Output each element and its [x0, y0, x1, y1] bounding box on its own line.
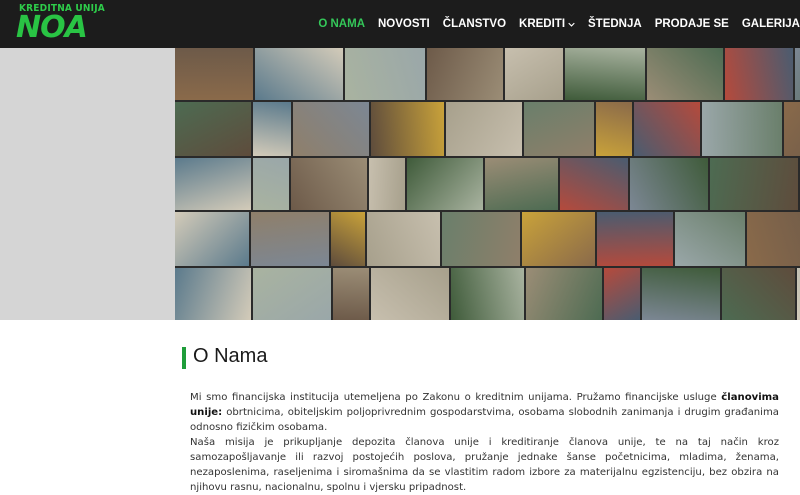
collage-photo: [647, 48, 723, 100]
collage-photo: [702, 102, 782, 156]
collage-photo: [784, 102, 800, 156]
nav-item-label: ŠTEDNJA: [588, 18, 642, 30]
collage-photo: [407, 158, 483, 210]
collage-photo: [253, 268, 331, 320]
title-accent-bar: [182, 347, 186, 369]
collage-photo: [642, 268, 720, 320]
collage-photo: [333, 268, 369, 320]
collage-photo: [630, 158, 708, 210]
intro-paragraph: Mi smo financijska institucija utemeljen…: [190, 390, 779, 435]
collage-photo: [747, 212, 800, 266]
nav-item-4[interactable]: ŠTEDNJA: [588, 18, 642, 30]
intro-text-pre: Mi smo financijska institucija utemeljen…: [190, 392, 722, 403]
collage-photo: [175, 48, 253, 100]
collage-photo: [442, 212, 520, 266]
nav-item-1[interactable]: NOVOSTI: [378, 18, 430, 30]
collage-photo: [291, 158, 367, 210]
collage-photo: [522, 212, 595, 266]
collage-photo: [446, 102, 522, 156]
collage-photo: [427, 48, 503, 100]
brand-logo[interactable]: KREDITNA UNIJA NOA: [16, 3, 105, 45]
collage-photo: [596, 102, 632, 156]
collage-photo: [526, 268, 602, 320]
hero-side-panel: [0, 48, 175, 320]
collage-photo: [371, 102, 444, 156]
collage-photo: [293, 102, 369, 156]
collage-photo: [367, 212, 440, 266]
collage-photo: [369, 158, 405, 210]
collage-photo: [485, 158, 558, 210]
collage-photo: [675, 212, 745, 266]
collage-photo: [255, 48, 343, 100]
collage-photo: [505, 48, 563, 100]
nav-item-6[interactable]: GALERIJA: [742, 18, 800, 30]
collage-photo: [710, 158, 798, 210]
nav-item-label: PRODAJE SE: [654, 18, 729, 30]
collage-photo: [604, 268, 640, 320]
collage-photo: [345, 48, 425, 100]
nav-item-label: KREDITI: [519, 18, 566, 30]
nav-item-label: NOVOSTI: [378, 18, 430, 30]
mission-paragraph: Naša misija je prikupljanje depozita čla…: [190, 437, 779, 493]
collage-photo: [175, 268, 251, 320]
collage-photo: [371, 268, 449, 320]
nav-item-5[interactable]: PRODAJE SE: [655, 18, 729, 30]
photo-collage-image: [175, 48, 800, 320]
site-header: KREDITNA UNIJA NOA O NAMA NOVOSTI ČLANSTVO…: [0, 0, 800, 48]
collage-photo: [560, 158, 628, 210]
intro-text-post: obrtnicima, obiteljskim poljoprivrednim …: [190, 407, 779, 433]
nav-item-2[interactable]: ČLANSTVO: [443, 18, 506, 30]
collage-photo: [565, 48, 645, 100]
collage-photo: [251, 212, 329, 266]
collage-photo: [253, 102, 291, 156]
chevron-down-icon: [568, 22, 575, 27]
collage-photo: [175, 158, 251, 210]
collage-photo: [597, 212, 673, 266]
collage-photo: [795, 48, 800, 100]
nav-item-label: GALERIJA: [741, 18, 800, 30]
collage-photo: [331, 212, 365, 266]
logo-wordmark: NOA: [16, 10, 88, 45]
collage-photo: [175, 212, 249, 266]
nav-item-0[interactable]: O NAMA: [318, 18, 365, 30]
nav-item-label: O NAMA: [318, 18, 365, 30]
collage-photo: [253, 158, 289, 210]
collage-photo: [634, 102, 700, 156]
page-title: O Nama: [193, 345, 268, 367]
nav-item-3[interactable]: KREDITI: [519, 18, 575, 30]
nav-item-label: ČLANSTVO: [442, 18, 507, 30]
collage-photo: [722, 268, 795, 320]
collage-photo: [725, 48, 793, 100]
collage-photo: [524, 102, 594, 156]
collage-photo: [451, 268, 524, 320]
main-navigation: O NAMA NOVOSTI ČLANSTVO KREDITI ŠTEDNJA PRODA…: [305, 0, 800, 48]
collage-photo: [175, 102, 251, 156]
